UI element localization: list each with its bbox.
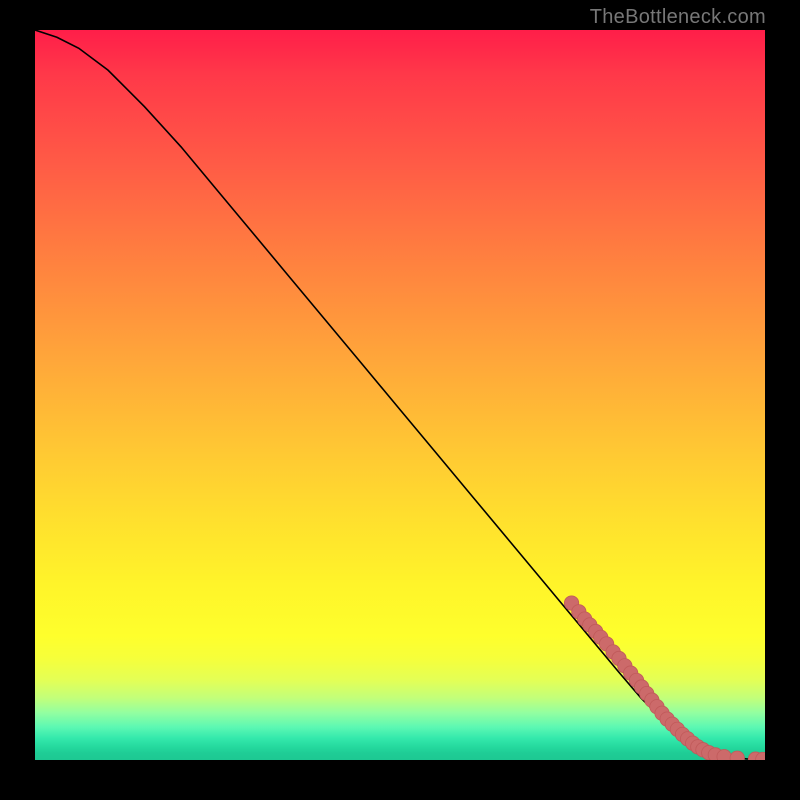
chart-overlay bbox=[35, 30, 765, 760]
plot-area bbox=[35, 30, 765, 760]
chart-stage: TheBottleneck.com bbox=[0, 0, 800, 800]
bottleneck-curve bbox=[35, 30, 765, 760]
baseline bbox=[35, 759, 765, 760]
data-markers bbox=[564, 596, 765, 760]
watermark-text: TheBottleneck.com bbox=[590, 6, 766, 29]
